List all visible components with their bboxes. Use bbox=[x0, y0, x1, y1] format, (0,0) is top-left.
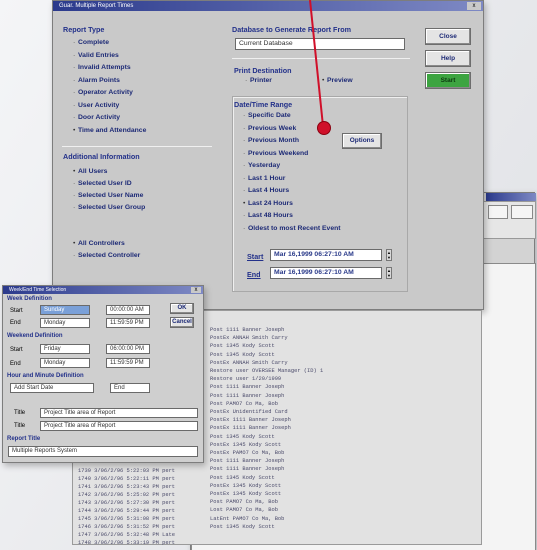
log-line: Post 1111 Banner Joseph bbox=[210, 392, 285, 399]
log-entry-left: 1741 3/06/2/96 5:23:43 PM pert bbox=[78, 484, 176, 490]
log-line: PostEx ANNAH Smith Carry bbox=[210, 335, 288, 342]
log-line: PostEx 1345 Kody Scott bbox=[210, 441, 282, 448]
week-end-label: End bbox=[10, 320, 21, 326]
log-line: PostEx 1345 Kody Scott bbox=[210, 482, 282, 489]
log-entry-left: 1747 3/06/2/96 5:32:48 PM Late bbox=[78, 532, 176, 538]
dialog-title: Week/End Time Selection bbox=[9, 287, 67, 293]
time-heading: Hour and Minute Definition bbox=[7, 373, 84, 379]
log-line: Post 1345 Kody Scott bbox=[210, 351, 275, 358]
title-row-label: Title bbox=[14, 410, 26, 416]
week-heading: Week Definition bbox=[7, 296, 52, 302]
title-row-input[interactable]: Project Title area of Report bbox=[40, 408, 198, 418]
log-entry-left: 1742 3/06/2/96 5:25:02 PM pert bbox=[78, 492, 176, 498]
log-line: Post 1111 Banner Joseph bbox=[210, 466, 285, 473]
log-line: PostEx 1111 Banner Joseph bbox=[210, 417, 291, 424]
log-entry-left: 1744 3/06/2/96 5:29:44 PM pert bbox=[78, 508, 176, 514]
log-line: Post 1111 Banner Joseph bbox=[210, 384, 285, 391]
log-line: Post 1345 Kody Scott bbox=[210, 523, 275, 530]
log-line: Post 1111 Banner Joseph bbox=[210, 458, 285, 465]
log-entry-left: 1745 3/06/2/96 5:31:08 PM pert bbox=[78, 516, 176, 522]
log-line: LatEnt PAMO7 Co Ma, Bob bbox=[210, 515, 285, 522]
log-entry-left: 1739 3/06/2/96 5:22:03 PM pert bbox=[78, 468, 176, 474]
log-line: PostEx 1111 Banner Joseph bbox=[210, 425, 291, 432]
dialog-cancel-button[interactable]: Cancel bbox=[170, 317, 194, 328]
weekend-heading: Weekend Definition bbox=[7, 333, 63, 339]
weekend-start-time[interactable]: 06:00:00 PM bbox=[106, 344, 150, 354]
week-end-time[interactable]: 11:59:59 PM bbox=[106, 318, 150, 328]
weekend-end-day-select[interactable]: Monday bbox=[40, 358, 90, 368]
log-line: PostEx 1345 Kody Scott bbox=[210, 491, 282, 497]
report-title-heading: Report Title bbox=[7, 436, 41, 442]
log-entry-left: 1746 3/06/2/96 5:31:52 PM pert bbox=[78, 524, 176, 530]
week-start-day-select[interactable]: Sunday bbox=[40, 305, 90, 315]
log-line: PostEx PAMO7 Co Ma, Bob bbox=[210, 450, 285, 456]
log-line: Restore user 1/20/1999 bbox=[210, 376, 282, 383]
log-line: Restore user OVERSEE Manager (ID) 1 bbox=[210, 368, 324, 374]
log-entry-left: 1743 3/06/2/96 5:27:30 PM pert bbox=[78, 500, 176, 506]
log-line: PostEx ANNAH Smith Carry bbox=[210, 359, 288, 366]
dialog-ok-button[interactable]: OK bbox=[170, 303, 194, 314]
title-row-label-2: Title bbox=[14, 423, 26, 429]
dialog-titlebar: Week/End Time Selection x bbox=[3, 286, 203, 294]
weekend-start-label: Start bbox=[10, 347, 23, 353]
callout-pin-icon bbox=[318, 122, 330, 134]
log-line: Post 1345 Kody Scott bbox=[210, 474, 275, 481]
log-line: Post 1111 Banner Joseph bbox=[210, 327, 285, 333]
log-line: Lost PAMO7 Co Ma, Bob bbox=[210, 507, 278, 514]
week-end-day-select[interactable]: Monday bbox=[40, 318, 90, 328]
week-start-label: Start bbox=[10, 308, 23, 314]
log-line: Post 1345 Kody Scott bbox=[210, 343, 275, 350]
log-entry-left: 1740 3/06/2/96 5:22:11 PM pert bbox=[78, 476, 176, 482]
log-line: Post 1345 Kody Scott bbox=[210, 433, 275, 440]
log-entry-left: 1748 3/06/2/96 5:33:19 PM pert bbox=[78, 540, 176, 546]
title-row-input-2[interactable]: Project Title area of Report bbox=[40, 421, 198, 431]
week-start-time[interactable]: 00:00:00 AM bbox=[106, 305, 150, 315]
log-line: PostEx Unidentified Card bbox=[210, 409, 288, 415]
time-end-field[interactable]: End bbox=[110, 383, 150, 393]
log-line: Post PAMO7 Co Ma, Bob bbox=[210, 400, 278, 407]
dialog-close-icon[interactable]: x bbox=[191, 287, 201, 293]
weekend-end-label: End bbox=[10, 361, 21, 367]
log-line: Post PAMO7 Co Ma, Bob bbox=[210, 499, 278, 506]
weekend-end-time[interactable]: 11:59:59 PM bbox=[106, 358, 150, 368]
weekend-start-day-select[interactable]: Friday bbox=[40, 344, 90, 354]
report-title-input[interactable]: Multiple Reports System bbox=[8, 446, 198, 457]
time-start-field[interactable]: Add Start Date bbox=[10, 383, 94, 393]
